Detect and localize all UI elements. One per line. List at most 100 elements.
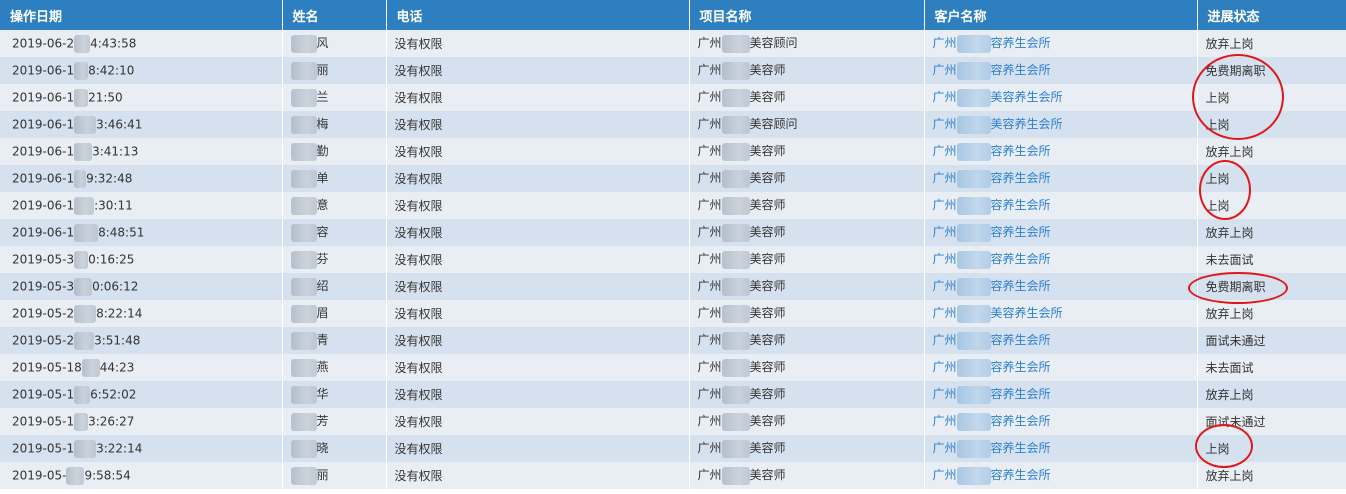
name-visible-char: 容	[316, 225, 329, 240]
name-visible-char: 丽	[316, 63, 329, 78]
col-header-status[interactable]: 进展状态	[1197, 0, 1346, 30]
customer-title: 容养生会所	[990, 63, 1051, 78]
customer-title: 容养生会所	[990, 333, 1051, 348]
table-row[interactable]: 2019-05-1 6:52:02 华没有权限 广州 美容师 广州 容养生会所 放弃上岗	[0, 381, 1346, 408]
project-title: 美容师	[749, 279, 786, 294]
table-row[interactable]: 2019-06-1 8:48:51 容没有权限 广州 美容师 广州 容养生会所 放弃上岗	[0, 219, 1346, 246]
date-start: 2019-05-1	[12, 387, 75, 401]
date-end: 0:06:12	[92, 279, 139, 293]
customer-link[interactable]: 广州 容养生会所	[933, 142, 1051, 161]
col-header-project[interactable]: 项目名称	[689, 0, 925, 30]
table-row[interactable]: 2019-05- 9:58:54 丽没有权限 广州 美容师 广州 容养生会所 放弃上岗	[0, 462, 1346, 489]
cell-customer[interactable]: 广州 容养生会所	[924, 30, 1198, 57]
customer-link[interactable]: 广州 容养生会所	[933, 439, 1051, 458]
table-row[interactable]: 2019-05-1 3:22:14 晓没有权限 广州 美容师 广州 容养生会所 上岗	[0, 435, 1346, 462]
cell-project: 广州 美容师	[689, 354, 925, 381]
cell-customer[interactable]: 广州 容养生会所	[924, 246, 1198, 273]
redaction-blur	[721, 412, 750, 431]
cell-customer[interactable]: 广州 容养生会所	[924, 57, 1198, 84]
redaction-blur	[74, 88, 89, 107]
col-header-phone[interactable]: 电话	[386, 0, 690, 30]
col-header-date[interactable]: 操作日期	[0, 0, 283, 30]
cell-customer[interactable]: 广州 美容养生会所	[924, 300, 1198, 327]
cell-phone: 没有权限	[386, 327, 690, 354]
customer-link[interactable]: 广州 容养生会所	[933, 466, 1051, 485]
cell-customer[interactable]: 广州 容养生会所	[924, 327, 1198, 354]
cell-customer[interactable]: 广州 美容养生会所	[924, 84, 1198, 111]
redaction-blur	[721, 439, 750, 458]
table-row[interactable]: 2019-06-1 3:46:41 梅没有权限 广州 美容顾问 广州 美容养生会所 上岗	[0, 111, 1346, 138]
redaction-blur	[956, 61, 991, 80]
table-row[interactable]: 2019-06-1 3:41:13 勤没有权限 广州 美容师 广州 容养生会所 放弃上岗	[0, 138, 1346, 165]
table-row[interactable]: 2019-05-2 3:51:48 青没有权限 广州 美容师 广州 容养生会所 面试未通过	[0, 327, 1346, 354]
cell-customer[interactable]: 广州 容养生会所	[924, 165, 1198, 192]
customer-link[interactable]: 广州 容养生会所	[933, 169, 1051, 188]
customer-link[interactable]: 广州 容养生会所	[933, 412, 1051, 431]
customer-link[interactable]: 广州 容养生会所	[933, 277, 1051, 296]
redaction-blur	[721, 385, 750, 404]
customer-link[interactable]: 广州 容养生会所	[933, 331, 1051, 350]
redaction-blur	[721, 196, 750, 215]
customer-link[interactable]: 广州 美容养生会所	[932, 304, 1063, 323]
table-row[interactable]: 2019-06-2 4:43:58 风没有权限 广州 美容顾问 广州 容养生会所 放弃上岗	[0, 30, 1346, 57]
cell-phone: 没有权限	[386, 192, 690, 219]
cell-customer[interactable]: 广州 容养生会所	[924, 462, 1198, 489]
customer-link[interactable]: 广州 容养生会所	[933, 61, 1051, 80]
customer-link[interactable]: 广州 容养生会所	[933, 385, 1051, 404]
cell-customer[interactable]: 广州 容养生会所	[924, 273, 1198, 300]
table-row[interactable]: 2019-06-1:30:11 意没有权限 广州 美容师 广州 容养生会所 上岗	[0, 192, 1346, 219]
cell-name: 单	[282, 165, 387, 192]
col-header-name[interactable]: 姓名	[282, 0, 387, 30]
table-row[interactable]: 2019-06-1 8:42:10 丽没有权限 广州 美容师 广州 容养生会所 免费期离职	[0, 57, 1346, 84]
name-visible-char: 华	[316, 387, 329, 402]
cell-date: 2019-05-18 44:23	[0, 354, 283, 381]
redaction-blur	[290, 304, 317, 323]
project-city: 广州	[697, 198, 722, 213]
customer-title: 容养生会所	[990, 414, 1051, 429]
cell-customer[interactable]: 广州 容养生会所	[924, 381, 1198, 408]
cell-customer[interactable]: 广州 容养生会所	[924, 354, 1198, 381]
name-visible-char: 青	[316, 333, 329, 348]
customer-link[interactable]: 广州 容养生会所	[933, 34, 1051, 53]
cell-status: 放弃上岗	[1197, 300, 1346, 327]
redaction-blur	[290, 142, 317, 161]
table-row[interactable]: 2019-06-1 9:32:48 单没有权限 广州 美容师 广州 容养生会所 上岗	[0, 165, 1346, 192]
customer-link[interactable]: 广州 美容养生会所	[933, 115, 1063, 134]
customer-link[interactable]: 广州 美容养生会所	[932, 88, 1063, 107]
cell-phone: 没有权限	[386, 300, 690, 327]
cell-status: 放弃上岗	[1197, 381, 1346, 408]
cell-customer[interactable]: 广州 容养生会所	[924, 192, 1198, 219]
customer-link[interactable]: 广州 容养生会所	[933, 223, 1051, 242]
redaction-blur	[74, 250, 89, 269]
cell-customer[interactable]: 广州 容养生会所	[924, 408, 1198, 435]
redaction-blur	[956, 115, 991, 134]
table-row[interactable]: 2019-06-1 21:50 兰没有权限 广州 美容师 广州 美容养生会所 上岗	[0, 84, 1346, 111]
table-row[interactable]: 2019-05-2 8:22:14 眉没有权限 广州 美容师 广州 美容养生会所 放弃上岗	[0, 300, 1346, 327]
redaction-blur	[956, 34, 991, 53]
cell-name: 青	[282, 327, 387, 354]
cell-customer[interactable]: 广州 容养生会所	[924, 435, 1198, 462]
customer-city: 广州	[932, 90, 957, 105]
date-start: 2019-06-1	[12, 225, 75, 239]
name-visible-char: 单	[316, 171, 329, 186]
redaction-blur	[721, 358, 750, 377]
customer-title: 容养生会所	[990, 279, 1051, 294]
cell-customer[interactable]: 广州 容养生会所	[924, 219, 1198, 246]
customer-link[interactable]: 广州 容养生会所	[933, 196, 1051, 215]
customer-city: 广州	[932, 306, 957, 321]
table-row[interactable]: 2019-05-3 0:16:25 芬没有权限 广州 美容师 广州 容养生会所 未去面试	[0, 246, 1346, 273]
project-city: 广州	[697, 117, 722, 132]
cell-date: 2019-05-3 0:16:25	[0, 246, 283, 273]
name-visible-char: 眉	[316, 306, 329, 321]
customer-link[interactable]: 广州 容养生会所	[933, 358, 1051, 377]
redaction-blur	[290, 466, 317, 485]
customer-link[interactable]: 广州 容养生会所	[933, 250, 1051, 269]
table-row[interactable]: 2019-05-3 0:06:12 绍没有权限 广州 美容师 广州 容养生会所 免费期离职	[0, 273, 1346, 300]
col-header-customer[interactable]: 客户名称	[924, 0, 1198, 30]
table-row[interactable]: 2019-05-18 44:23 燕没有权限 广州 美容师 广州 容养生会所 未去面试	[0, 354, 1346, 381]
date-end: 0:16:25	[88, 252, 135, 266]
cell-customer[interactable]: 广州 美容养生会所	[924, 111, 1198, 138]
project-city: 广州	[697, 144, 722, 159]
table-row[interactable]: 2019-05-1 3:26:27 芳没有权限 广州 美容师 广州 容养生会所 面试未通过	[0, 408, 1346, 435]
cell-customer[interactable]: 广州 容养生会所	[924, 138, 1198, 165]
